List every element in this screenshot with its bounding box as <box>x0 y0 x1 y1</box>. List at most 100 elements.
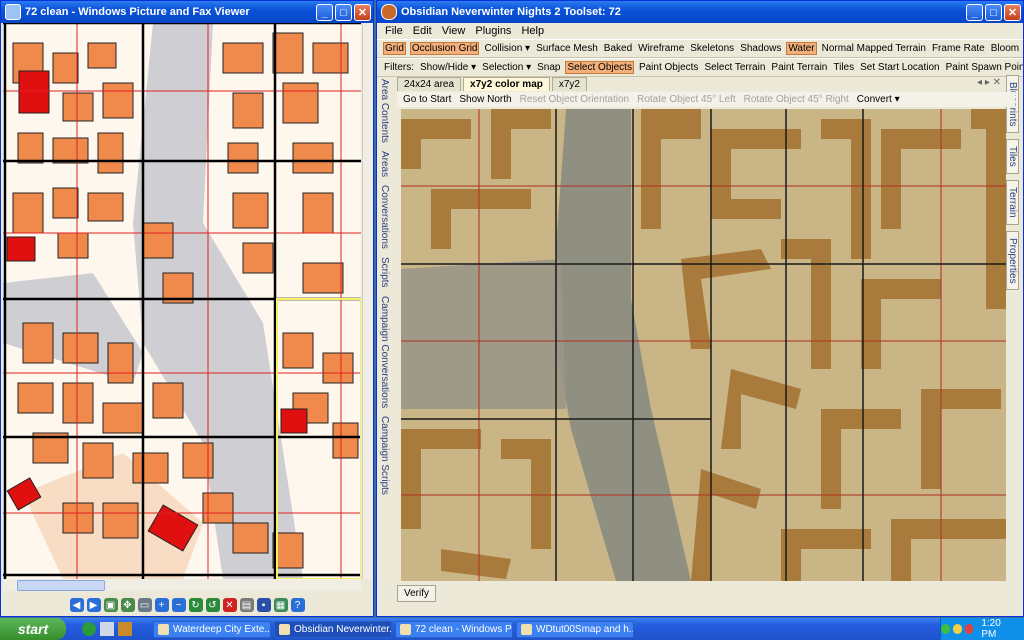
taskbar-item[interactable]: WDtut00Smap and h... <box>516 620 634 638</box>
toolbar-toggle[interactable]: Normal Mapped Terrain <box>821 43 927 54</box>
area-toolbar: Go to Start Show North Reset Object Orient… <box>397 92 1015 107</box>
area-toolbar-button: Rotate Object 45° Right <box>743 94 849 105</box>
toolbar-button[interactable]: Select Objects <box>565 61 634 74</box>
toolbar-toggle[interactable]: Water <box>786 42 817 55</box>
print-icon[interactable]: ▤ <box>239 598 254 612</box>
close-icon[interactable]: ✕ <box>354 3 371 21</box>
toolbar-toggle[interactable]: Collision ▾ <box>483 43 531 54</box>
area-toolbar-button[interactable]: Go to Start <box>403 94 451 105</box>
verify-button[interactable]: Verify <box>397 585 437 602</box>
menu-view[interactable]: View <box>442 25 466 37</box>
ie-quicklaunch-icon[interactable] <box>82 622 96 636</box>
slideshow-icon[interactable]: ▭ <box>137 598 152 612</box>
document-tab[interactable]: 24x24 area <box>397 77 462 91</box>
menu-edit[interactable]: Edit <box>413 25 432 37</box>
side-tab[interactable]: Area Contents <box>379 75 390 147</box>
menu-plugins[interactable]: Plugins <box>475 25 511 37</box>
maximize-icon[interactable]: □ <box>985 3 1002 21</box>
side-tab[interactable]: Campaign Scripts <box>379 412 390 499</box>
toolbar-button[interactable]: Paint Terrain <box>770 62 828 73</box>
document-tabs: 24x24 area x7y2 color map x7y2 <box>397 75 1005 91</box>
window-icon <box>158 623 169 635</box>
security-icon[interactable] <box>964 624 974 634</box>
area-toolbar-button[interactable]: Convert ▾ <box>857 94 900 105</box>
previous-icon[interactable]: ◀ <box>69 598 84 612</box>
system-tray: 1:20 PM <box>940 618 1024 640</box>
taskbar-item[interactable]: 72 clean - Windows Pi... <box>395 620 513 638</box>
toolbar-toggle[interactable]: Wireframe <box>637 43 685 54</box>
taskbar-item[interactable]: Obsidian Neverwinter... <box>274 620 392 638</box>
document-tab[interactable]: x7y2 <box>551 77 587 91</box>
side-tab[interactable]: Scripts <box>379 253 390 292</box>
menu-help[interactable]: Help <box>521 25 544 37</box>
toolbar-toggle[interactable]: Shadows <box>739 43 782 54</box>
tab-nav-controls[interactable]: ◂ ▸ ✕ <box>977 77 1001 88</box>
viewer-titlebar[interactable]: 72 clean - Windows Picture and Fax Viewe… <box>1 1 373 23</box>
minimize-icon[interactable]: _ <box>316 3 333 21</box>
viewer-vertical-scrollbar[interactable] <box>362 23 373 579</box>
toolbar-toggle[interactable]: Skeletons <box>689 43 735 54</box>
toolbar-toggle[interactable]: Surface Mesh <box>535 43 599 54</box>
toolbar-button[interactable]: Paint Objects <box>638 62 699 73</box>
terrain-color-map[interactable] <box>401 109 1006 581</box>
rotate-ccw-icon[interactable]: ↺ <box>205 598 220 612</box>
toolbar-button[interactable]: Set Start Location <box>859 62 941 73</box>
toolbar-button[interactable]: Show/Hide ▾ <box>419 62 477 73</box>
city-map-graphic <box>3 23 361 579</box>
side-tab[interactable]: Tiles <box>1006 139 1019 175</box>
minimize-icon[interactable]: _ <box>966 3 983 21</box>
toolbar-toggle[interactable]: Frame Rate <box>931 43 986 54</box>
toolset-titlebar[interactable]: Obsidian Neverwinter Nights 2 Toolset: 7… <box>377 1 1023 23</box>
window-icon <box>400 623 411 635</box>
toolbar-button[interactable]: Select Terrain <box>703 62 766 73</box>
side-tab[interactable]: Terrain <box>1006 180 1019 225</box>
picture-viewer-icon <box>5 4 21 20</box>
actual-size-icon[interactable]: ✥ <box>120 598 135 612</box>
toolbar-toggle[interactable]: Occlusion Grid <box>409 42 480 55</box>
rotate-cw-icon[interactable]: ↻ <box>188 598 203 612</box>
viewer-title: 72 clean - Windows Picture and Fax Viewe… <box>25 6 250 18</box>
delete-icon[interactable]: ✕ <box>222 598 237 612</box>
toolbar-toggle[interactable]: Grid <box>383 42 406 55</box>
close-icon[interactable]: ✕ <box>1004 3 1021 21</box>
toolbar-button[interactable]: Snap <box>536 62 561 73</box>
next-icon[interactable]: ▶ <box>86 598 101 612</box>
scroll-thumb[interactable] <box>17 580 105 591</box>
area-toolbar-button: Rotate Object 45° Left <box>637 94 736 105</box>
maximize-icon[interactable]: □ <box>335 3 352 21</box>
city-map-image[interactable] <box>3 23 361 579</box>
taskbar-item-label: Waterdeep City Exte... <box>173 623 271 635</box>
save-icon[interactable]: ▪ <box>256 598 271 612</box>
zoom-out-icon[interactable]: − <box>171 598 186 612</box>
side-tab[interactable]: Areas <box>379 147 390 181</box>
area-toolbar-button[interactable]: Show North <box>459 94 511 105</box>
taskbar-item[interactable]: Waterdeep City Exte... <box>153 620 271 638</box>
side-tab[interactable]: Conversations <box>379 181 390 253</box>
toolbar-button[interactable]: Filters: <box>383 62 415 73</box>
edit-icon[interactable]: ▦ <box>273 598 288 612</box>
menu-file[interactable]: File <box>385 25 403 37</box>
taskbar: start Waterdeep City Exte... Obsidian Nev… <box>0 618 1024 640</box>
toolbar-toggle[interactable]: Baked <box>603 43 633 54</box>
viewer-horizontal-scrollbar[interactable] <box>3 579 361 591</box>
start-label: start <box>17 621 49 637</box>
render-toolbar: Grid Occlusion Grid Collision ▾ Surface Mes… <box>377 39 1023 58</box>
side-tab[interactable]: Properties <box>1006 230 1019 291</box>
start-button[interactable]: start <box>0 618 66 640</box>
help-icon[interactable]: ? <box>290 598 305 612</box>
network-icon[interactable] <box>941 624 950 634</box>
desktop-quicklaunch-icon[interactable] <box>100 622 114 636</box>
app-quicklaunch-icon[interactable] <box>118 622 132 636</box>
globe-icon[interactable] <box>952 624 962 634</box>
toolbar-button[interactable]: Tiles <box>832 62 855 73</box>
document-tab[interactable]: x7y2 color map <box>463 77 550 91</box>
side-tab[interactable]: Campaign Conversations <box>379 292 390 412</box>
viewer-toolbar: ◀ ▶ ▣ ✥ ▭ + − ↻ ↺ ✕ ▤ ▪ ▦ ? <box>1 593 373 616</box>
toolset-app-icon <box>381 4 397 20</box>
toolbar-button[interactable]: Paint Spawn Point <box>945 62 1023 73</box>
best-fit-icon[interactable]: ▣ <box>103 598 118 612</box>
clock: 1:20 PM <box>981 618 1001 640</box>
toolbar-toggle[interactable]: Bloom <box>990 43 1020 54</box>
zoom-in-icon[interactable]: + <box>154 598 169 612</box>
toolbar-button[interactable]: Selection ▾ <box>481 62 532 73</box>
